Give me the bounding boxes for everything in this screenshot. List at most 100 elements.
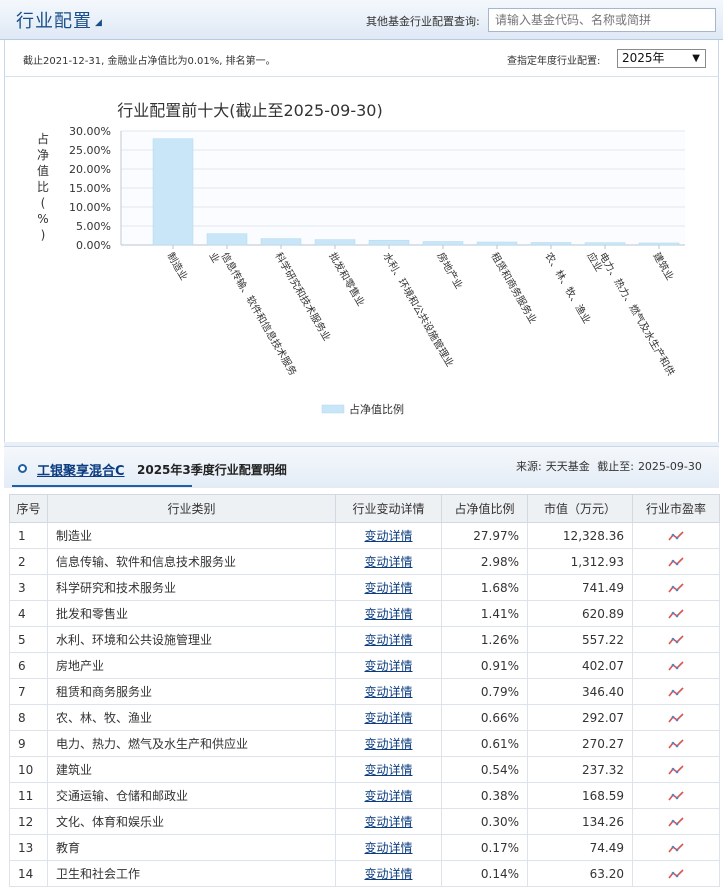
source-label: 来源:: [516, 460, 542, 473]
row-index: 2: [9, 548, 48, 575]
row-pe-cell: [632, 548, 720, 575]
x-tick-label: 建筑业: [650, 250, 676, 282]
trend-chart-icon[interactable]: [668, 530, 684, 542]
y-axis-label-char: 净: [37, 148, 49, 162]
trend-chart-icon[interactable]: [668, 686, 684, 698]
row-pe-cell: [632, 522, 720, 549]
y-tick-label: 20.00%: [69, 163, 111, 176]
row-change-cell: 变动详情: [335, 522, 442, 549]
change-detail-link[interactable]: 变动详情: [364, 763, 412, 777]
corner-arrow-icon: ◢: [95, 18, 102, 28]
row-index: 11: [9, 782, 48, 809]
y-tick-label: 0.00%: [76, 239, 111, 252]
row-pct: 0.17%: [441, 834, 528, 861]
fund-name-link[interactable]: 工银聚享混合C: [37, 460, 125, 479]
bar-4: [314, 239, 356, 246]
row-index: 10: [9, 756, 48, 783]
change-detail-link[interactable]: 变动详情: [364, 815, 412, 829]
trend-chart-icon[interactable]: [668, 868, 684, 880]
row-value: 63.20: [527, 860, 633, 887]
bar-8: [530, 242, 572, 246]
row-change-cell: 变动详情: [335, 704, 442, 731]
change-detail-link[interactable]: 变动详情: [364, 711, 412, 725]
y-tick-label: 30.00%: [69, 125, 111, 138]
trend-chart-icon[interactable]: [668, 816, 684, 828]
table-body: 1 制造业 变动详情 27.97% 12,328.36 2 信息传输、软件和信息技术服务业变…: [9, 522, 720, 887]
row-change-cell: 变动详情: [335, 600, 442, 627]
table-row: 4 批发和零售业 变动详情 1.41% 620.89: [9, 600, 720, 627]
change-detail-link[interactable]: 变动详情: [364, 659, 412, 673]
row-pe-cell: [632, 756, 720, 783]
row-pct: 1.26%: [441, 626, 528, 653]
row-change-cell: 变动详情: [335, 834, 442, 861]
change-detail-link[interactable]: 变动详情: [364, 841, 412, 855]
change-detail-link[interactable]: 变动详情: [364, 633, 412, 647]
trend-chart-icon[interactable]: [668, 660, 684, 672]
row-change-cell: 变动详情: [335, 808, 442, 835]
row-pe-cell: [632, 782, 720, 809]
change-detail-link[interactable]: 变动详情: [364, 867, 412, 881]
y-axis-label-char: ): [41, 228, 46, 242]
y-axis-label-char: 值: [37, 163, 49, 178]
row-pct: 0.61%: [441, 730, 528, 757]
chart-title: 行业配置前十大(截止至2025-09-30): [117, 101, 382, 120]
row-value: 741.49: [527, 574, 633, 601]
y-axis-label-char: %: [37, 212, 48, 226]
trend-chart-icon[interactable]: [668, 842, 684, 854]
year-label: 查指定年度行业配置:: [507, 56, 601, 67]
table-row: 2 信息传输、软件和信息技术服务业 变动详情 2.98% 1,312.93: [9, 548, 720, 575]
row-value: 1,312.93: [527, 548, 633, 575]
row-industry: 卫生和社会工作: [47, 860, 336, 887]
trend-chart-icon[interactable]: [668, 764, 684, 776]
trend-chart-icon[interactable]: [668, 608, 684, 620]
row-pct: 0.79%: [441, 678, 528, 705]
change-detail-link[interactable]: 变动详情: [364, 685, 412, 699]
row-pct: 0.91%: [441, 652, 528, 679]
trend-chart-icon[interactable]: [668, 556, 684, 568]
table-row: 1 制造业 变动详情 27.97% 12,328.36: [9, 522, 720, 549]
trend-chart-icon[interactable]: [668, 712, 684, 724]
trend-chart-icon[interactable]: [668, 582, 684, 594]
change-detail-link[interactable]: 变动详情: [364, 737, 412, 751]
row-industry: 科学研究和技术服务业: [47, 574, 336, 601]
row-pe-cell: [632, 730, 720, 757]
row-value: 74.49: [527, 834, 633, 861]
row-change-cell: 变动详情: [335, 756, 442, 783]
row-pct: 0.66%: [441, 704, 528, 731]
legend-swatch: [321, 404, 345, 414]
row-index: 3: [9, 574, 48, 601]
row-industry: 批发和零售业: [47, 600, 336, 627]
trend-chart-icon[interactable]: [668, 790, 684, 802]
chevron-down-icon: ▼: [692, 53, 700, 64]
row-pct: 27.97%: [441, 522, 528, 549]
row-pe-cell: [632, 860, 720, 887]
row-change-cell: 变动详情: [335, 626, 442, 653]
industry-chart: 行业配置前十大(截止至2025-09-30) 占净值比 (%) 0.00% 5.00% 1…: [4, 76, 719, 442]
trend-chart-icon[interactable]: [668, 634, 684, 646]
section-bullet-icon: [18, 464, 27, 473]
year-selected-value: 2025年: [622, 51, 665, 65]
table-row: 11 交通运输、仓储和邮政业 变动详情 0.38% 168.59: [9, 782, 720, 809]
row-industry: 信息传输、软件和信息技术服务业: [47, 548, 336, 575]
row-index: 13: [9, 834, 48, 861]
trend-chart-icon[interactable]: [668, 738, 684, 750]
table-row: 6 房地产业 变动详情 0.91% 402.07: [9, 652, 720, 679]
y-tick-label: 10.00%: [69, 201, 111, 214]
table-row: 5 水利、环境和公共设施管理业 变动详情 1.26% 557.22: [9, 626, 720, 653]
y-tick-label: 5.00%: [76, 220, 111, 233]
change-detail-link[interactable]: 变动详情: [364, 555, 412, 569]
y-axis-label-char: (: [41, 196, 46, 210]
change-detail-link[interactable]: 变动详情: [364, 581, 412, 595]
bar-1: [152, 138, 194, 246]
change-detail-link[interactable]: 变动详情: [364, 607, 412, 621]
cutoff-label: 截止至:: [597, 460, 634, 473]
fund-search-input[interactable]: [488, 8, 716, 32]
year-select[interactable]: 2025年 ▼: [617, 49, 706, 68]
bar-10: [638, 242, 680, 246]
row-pct: 0.54%: [441, 756, 528, 783]
row-pe-cell: [632, 652, 720, 679]
change-detail-link[interactable]: 变动详情: [364, 789, 412, 803]
legend-label: 占净值比例: [349, 402, 404, 416]
col-header-change: 行业变动详情: [335, 494, 442, 523]
change-detail-link[interactable]: 变动详情: [364, 529, 412, 543]
